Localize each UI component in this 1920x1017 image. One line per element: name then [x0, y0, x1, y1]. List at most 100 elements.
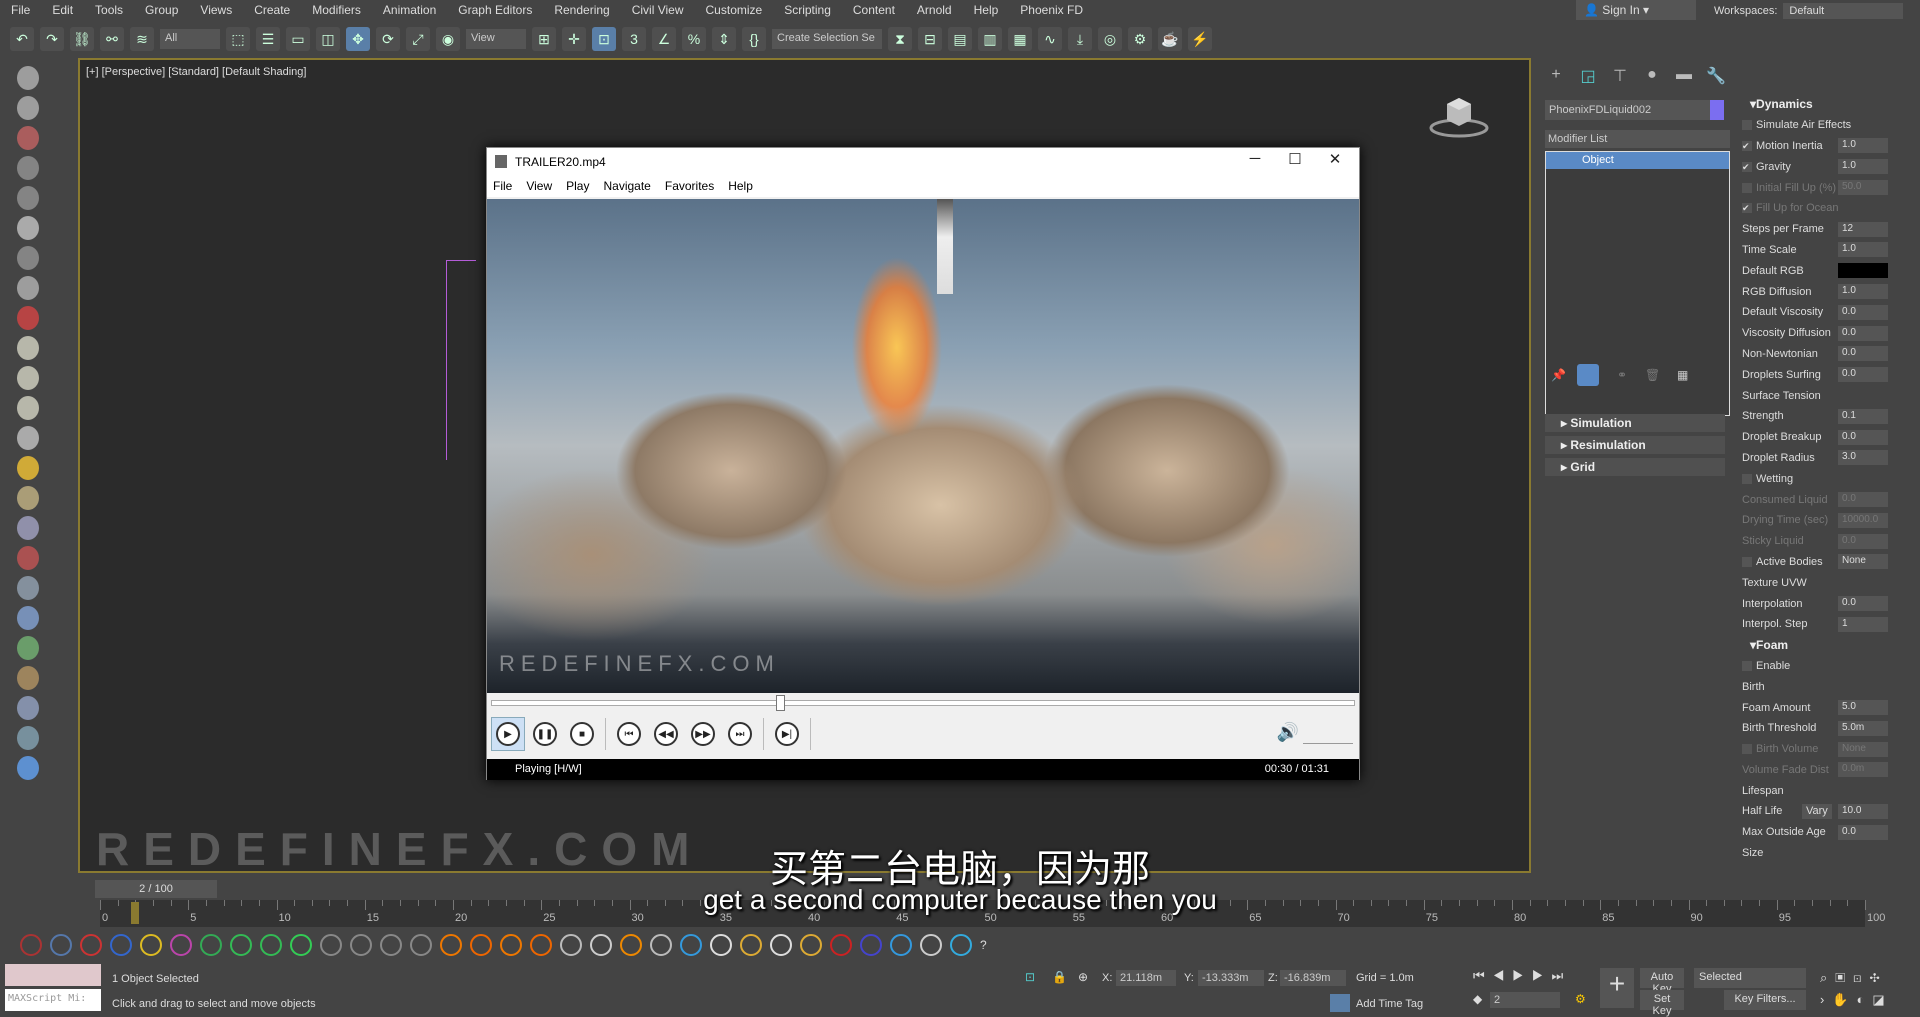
menu-item-graph-editors[interactable]: Graph Editors — [447, 3, 543, 17]
rewind-button[interactable]: ◀◀ — [649, 717, 683, 751]
phoenix-tool-icon[interactable] — [620, 934, 642, 956]
command-tool-icon[interactable] — [17, 216, 39, 240]
command-tool-icon[interactable] — [17, 186, 39, 210]
set-key-button[interactable]: Set Key — [1640, 990, 1684, 1017]
snaps-toggle-icon[interactable]: 3 — [622, 27, 646, 51]
remove-modifier-icon[interactable]: 🗑 — [1645, 368, 1660, 382]
create-tab-icon[interactable]: + — [1543, 66, 1569, 88]
menu-item-views[interactable]: Views — [189, 3, 243, 17]
param-spinner[interactable]: 50.0 — [1838, 180, 1888, 196]
phoenix-tool-icon[interactable] — [770, 934, 792, 956]
window-crossing-icon[interactable]: ◫ — [316, 27, 340, 51]
phoenix-tool-icon[interactable] — [800, 934, 822, 956]
keyboard-shortcut-override-icon[interactable]: ⊡ — [592, 27, 616, 51]
stack-item-object[interactable]: Object — [1546, 152, 1729, 169]
checkbox[interactable] — [1742, 120, 1752, 131]
select-manipulate-icon[interactable]: ✛ — [562, 27, 586, 51]
auto-key-button[interactable]: Auto Key — [1640, 968, 1684, 995]
player-menu-favorites[interactable]: Favorites — [665, 179, 714, 193]
param-spinner[interactable]: 0.0 — [1838, 533, 1888, 549]
place-icon[interactable]: ◉ — [436, 27, 460, 51]
phoenix-tool-icon[interactable] — [860, 934, 882, 956]
menu-item-create[interactable]: Create — [243, 3, 301, 17]
viewport-label[interactable]: [+] [Perspective] [Standard] [Default Sh… — [86, 66, 306, 78]
command-tool-icon[interactable] — [17, 756, 39, 780]
isolate-selection-icon[interactable]: ⊡ — [1025, 970, 1035, 984]
command-tool-icon[interactable] — [17, 426, 39, 450]
fast-forward-button[interactable]: ▶▶ — [686, 717, 720, 751]
phoenix-tool-icon[interactable] — [650, 934, 672, 956]
param-spinner[interactable]: 1.0 — [1838, 138, 1888, 154]
menu-item-scripting[interactable]: Scripting — [773, 3, 842, 17]
rect-selection-icon[interactable]: ▭ — [286, 27, 310, 51]
toggle-ribbon-icon[interactable]: ▦ — [1008, 27, 1032, 51]
rendered-frame-window-icon[interactable]: ☕ — [1158, 27, 1182, 51]
command-tool-icon[interactable] — [17, 126, 39, 150]
player-menu-help[interactable]: Help — [728, 179, 753, 193]
viewport-navigation-controls-2[interactable]: ›✋◐◪ — [1820, 992, 1893, 1008]
param-spinner[interactable]: 5.0 — [1838, 700, 1888, 715]
phoenix-tool-icon[interactable] — [470, 934, 492, 956]
menu-item-arnold[interactable]: Arnold — [906, 3, 963, 17]
phoenix-tool-icon[interactable] — [740, 934, 762, 956]
unlink-icon[interactable]: ⚯ — [100, 27, 124, 51]
percent-snap-icon[interactable]: % — [682, 27, 706, 51]
phoenix-tool-icon[interactable] — [20, 934, 42, 956]
seek-bar[interactable] — [491, 695, 1355, 711]
bind-spacewarp-icon[interactable]: ≋ — [130, 27, 154, 51]
menu-item-animation[interactable]: Animation — [372, 3, 447, 17]
phoenix-tool-icon[interactable] — [500, 934, 522, 956]
key-filters-button[interactable]: Key Filters... — [1724, 990, 1806, 1010]
command-tool-icon[interactable] — [17, 396, 39, 420]
play-button[interactable]: ▶ — [491, 717, 525, 751]
dope-sheet-icon[interactable]: ⤓ — [1068, 27, 1092, 51]
checkbox[interactable] — [1742, 660, 1752, 671]
set-key-big-button[interactable]: + — [1600, 968, 1634, 1008]
menu-item-help[interactable]: Help — [963, 3, 1010, 17]
phoenix-tool-icon[interactable] — [170, 934, 192, 956]
reference-coordinate-dropdown[interactable]: View — [466, 29, 526, 49]
command-tool-icon[interactable] — [17, 456, 39, 480]
command-tool-icon[interactable] — [17, 66, 39, 90]
minimize-icon[interactable]: ─ — [1235, 150, 1275, 172]
phoenix-tool-icon[interactable] — [680, 934, 702, 956]
make-unique-icon[interactable]: ⚭ — [1617, 368, 1627, 382]
command-tool-icon[interactable] — [17, 576, 39, 600]
phoenix-tool-icon[interactable] — [530, 934, 552, 956]
modify-tab-icon[interactable]: ◲ — [1575, 66, 1601, 88]
menu-item-edit[interactable]: Edit — [41, 3, 84, 17]
menu-item-phoenix-fd[interactable]: Phoenix FD — [1009, 3, 1094, 17]
stop-button[interactable]: ■ — [565, 717, 599, 751]
player-title-bar[interactable]: TRAILER20.mp4 ─ ☐ ✕ — [487, 148, 1359, 175]
phoenix-tool-icon[interactable] — [290, 934, 312, 956]
player-menu-navigate[interactable]: Navigate — [603, 179, 650, 193]
menu-item-modifiers[interactable]: Modifiers — [301, 3, 372, 17]
param-spinner[interactable]: 0.0 — [1838, 304, 1888, 320]
pause-button[interactable]: ❚❚ — [528, 717, 562, 751]
help-icon[interactable]: ? — [980, 938, 987, 952]
menu-item-rendering[interactable]: Rendering — [543, 3, 620, 17]
menu-item-content[interactable]: Content — [842, 3, 906, 17]
menu-item-civil-view[interactable]: Civil View — [621, 3, 695, 17]
selection-filter-dropdown[interactable]: All — [160, 29, 220, 49]
phoenix-tool-icon[interactable] — [140, 934, 162, 956]
player-menu-play[interactable]: Play — [566, 179, 589, 193]
param-spinner[interactable]: 10000.0 — [1838, 512, 1888, 528]
sign-in-button[interactable]: 👤 Sign In ▾ — [1576, 0, 1696, 20]
param-spinner[interactable]: 12 — [1838, 221, 1888, 237]
modifier-list-dropdown[interactable]: Modifier List — [1545, 130, 1730, 148]
param-spinner[interactable]: 0.0 — [1838, 596, 1888, 612]
phoenix-tool-icon[interactable] — [440, 934, 462, 956]
phoenix-tool-icon[interactable] — [230, 934, 252, 956]
playback-controls[interactable]: ⏮◀▶▶⏭ — [1473, 968, 1571, 984]
layer-explorer-icon[interactable]: ▥ — [978, 27, 1002, 51]
render-production-icon[interactable]: ⚡ — [1188, 27, 1212, 51]
command-tool-icon[interactable] — [17, 276, 39, 300]
phoenix-tool-icon[interactable] — [50, 934, 72, 956]
phoenix-tool-icon[interactable] — [920, 934, 942, 956]
video-frame[interactable]: REDEFINEFX.COM — [487, 199, 1359, 693]
param-spinner[interactable]: 0.0 — [1838, 346, 1888, 362]
param-spinner[interactable]: 1 — [1838, 616, 1888, 632]
phoenix-tool-icon[interactable] — [380, 934, 402, 956]
object-name-field[interactable]: PhoenixFDLiquid002 — [1545, 100, 1715, 120]
